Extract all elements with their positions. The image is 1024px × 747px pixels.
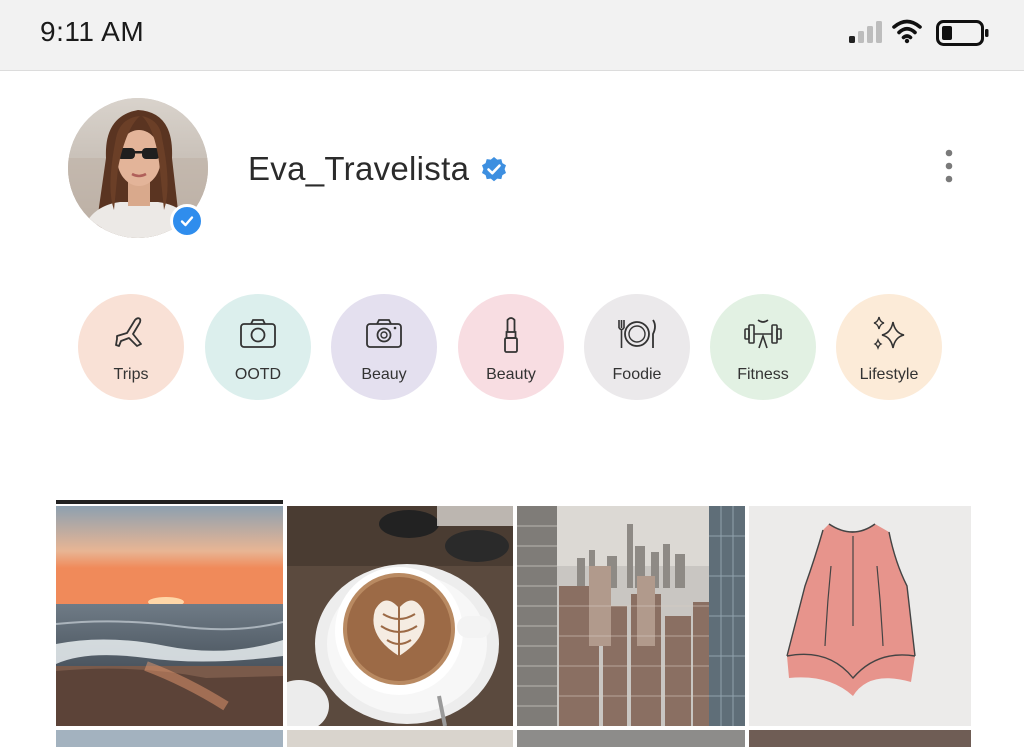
highlight-lifestyle[interactable]: Lifestyle <box>836 294 942 400</box>
city-skyline-photo <box>517 506 745 726</box>
highlight-label: Beauy <box>361 366 407 383</box>
camera-icon <box>366 319 402 348</box>
post-tile-partial[interactable] <box>56 730 283 747</box>
cellular-signal-icon <box>849 21 882 43</box>
camera-icon <box>240 319 276 348</box>
latte-art-photo <box>287 506 513 726</box>
sparkles-icon <box>873 316 905 351</box>
highlight-label: Beauty <box>486 366 536 383</box>
highlight-label: Lifestyle <box>859 366 919 383</box>
post-tile-partial[interactable] <box>749 730 971 747</box>
plate-cutlery-icon <box>618 319 656 348</box>
highlight-fitness[interactable]: Fitness <box>710 294 816 400</box>
posts-tab-indicator[interactable] <box>56 500 283 504</box>
highlight-foodie[interactable]: Foodie <box>584 294 690 400</box>
highlight-label: Fitness <box>737 366 789 383</box>
highlight-trips[interactable]: Trips <box>78 294 184 400</box>
highlight-label: Foodie <box>612 366 662 383</box>
post-tile-latte-art[interactable] <box>287 506 513 726</box>
sunset-beach-photo <box>56 506 283 726</box>
post-tile-sunset-beach[interactable] <box>56 506 283 726</box>
avatar-verified-badge <box>170 204 204 238</box>
lipstick-icon <box>504 317 518 353</box>
more-options-icon[interactable] <box>938 146 960 186</box>
battery-icon <box>936 20 989 46</box>
post-tile-partial[interactable] <box>287 730 513 747</box>
pink-top-photo <box>749 506 971 726</box>
verified-badge-icon <box>482 157 506 182</box>
highlight-label: Trips <box>113 366 149 383</box>
highlight-label: OOTD <box>234 366 282 383</box>
highlight-ootd[interactable]: OOTD <box>205 294 311 400</box>
wifi-icon <box>892 19 922 44</box>
checkmark-icon <box>180 216 194 227</box>
status-time: 9:11 AM <box>40 16 145 47</box>
highlight-beauty[interactable]: Beauty <box>458 294 564 400</box>
dumbbell-icon <box>744 319 782 349</box>
post-tile-pink-top[interactable] <box>749 506 971 726</box>
status-bar: 9:11 AM <box>0 0 1024 71</box>
post-tile-city-skyline[interactable] <box>517 506 745 726</box>
airplane-icon <box>115 317 142 347</box>
post-tile-partial[interactable] <box>517 730 745 747</box>
highlight-beauy[interactable]: Beauy <box>331 294 437 400</box>
profile-username: Eva_Travelista <box>248 150 470 187</box>
